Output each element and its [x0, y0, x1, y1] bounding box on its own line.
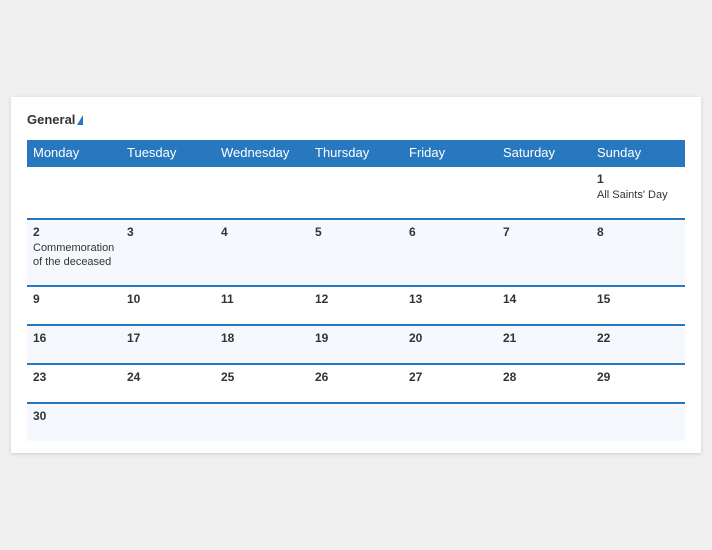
calendar-cell: 6 — [403, 219, 497, 287]
calendar-cell — [497, 403, 591, 441]
calendar-cell — [403, 403, 497, 441]
calendar-cell: 27 — [403, 364, 497, 403]
calendar-cell — [497, 166, 591, 219]
day-number: 16 — [33, 331, 115, 345]
day-number: 4 — [221, 225, 303, 239]
calendar-cell: 13 — [403, 286, 497, 325]
day-number: 17 — [127, 331, 209, 345]
day-number: 8 — [597, 225, 679, 239]
day-header-friday: Friday — [403, 140, 497, 166]
event-label: Commemoration of the deceased — [33, 241, 115, 270]
day-number: 15 — [597, 292, 679, 306]
logo: General — [27, 113, 83, 126]
day-number: 14 — [503, 292, 585, 306]
day-number: 28 — [503, 370, 585, 384]
day-number: 30 — [33, 409, 115, 423]
week-row-5: 23 24 25 26 27 28 29 — [27, 364, 685, 403]
day-number: 9 — [33, 292, 115, 306]
day-number: 7 — [503, 225, 585, 239]
week-row-3: 9 10 11 12 13 14 15 — [27, 286, 685, 325]
day-number: 12 — [315, 292, 397, 306]
calendar-cell: 2 Commemoration of the deceased — [27, 219, 121, 287]
calendar-cell: 28 — [497, 364, 591, 403]
calendar-cell: 9 — [27, 286, 121, 325]
days-header-row: MondayTuesdayWednesdayThursdayFridaySatu… — [27, 140, 685, 166]
calendar-cell: 30 — [27, 403, 121, 441]
logo-triangle-icon — [77, 115, 83, 125]
day-number: 20 — [409, 331, 491, 345]
day-header-sunday: Sunday — [591, 140, 685, 166]
day-header-saturday: Saturday — [497, 140, 591, 166]
calendar-cell: 14 — [497, 286, 591, 325]
calendar-cell: 21 — [497, 325, 591, 364]
calendar-cell: 4 — [215, 219, 309, 287]
day-number: 6 — [409, 225, 491, 239]
day-number: 3 — [127, 225, 209, 239]
calendar-cell: 15 — [591, 286, 685, 325]
calendar-cell: 29 — [591, 364, 685, 403]
day-number: 19 — [315, 331, 397, 345]
day-number: 11 — [221, 292, 303, 306]
calendar-cell — [403, 166, 497, 219]
calendar-cell: 23 — [27, 364, 121, 403]
day-header-monday: Monday — [27, 140, 121, 166]
calendar-cell: 8 — [591, 219, 685, 287]
calendar-cell: 5 — [309, 219, 403, 287]
calendar-container: General MondayTuesdayWednesdayThursdayFr… — [11, 97, 701, 454]
day-number: 23 — [33, 370, 115, 384]
day-number: 22 — [597, 331, 679, 345]
calendar-cell: 12 — [309, 286, 403, 325]
calendar-cell: 18 — [215, 325, 309, 364]
calendar-table: MondayTuesdayWednesdayThursdayFridaySatu… — [27, 140, 685, 442]
calendar-cell: 7 — [497, 219, 591, 287]
day-number: 18 — [221, 331, 303, 345]
week-row-4: 16 17 18 19 20 21 22 — [27, 325, 685, 364]
day-header-thursday: Thursday — [309, 140, 403, 166]
day-number: 29 — [597, 370, 679, 384]
calendar-header: General — [27, 113, 685, 126]
day-header-wednesday: Wednesday — [215, 140, 309, 166]
day-number: 26 — [315, 370, 397, 384]
calendar-cell: 22 — [591, 325, 685, 364]
calendar-cell: 11 — [215, 286, 309, 325]
calendar-cell — [27, 166, 121, 219]
calendar-cell: 10 — [121, 286, 215, 325]
week-row-1: 1 All Saints' Day — [27, 166, 685, 219]
day-number: 5 — [315, 225, 397, 239]
day-number: 10 — [127, 292, 209, 306]
event-label: All Saints' Day — [597, 188, 679, 202]
calendar-cell: 24 — [121, 364, 215, 403]
day-number: 13 — [409, 292, 491, 306]
day-number: 25 — [221, 370, 303, 384]
calendar-cell: 16 — [27, 325, 121, 364]
calendar-cell: 19 — [309, 325, 403, 364]
day-number: 27 — [409, 370, 491, 384]
calendar-cell: 25 — [215, 364, 309, 403]
day-number: 2 — [33, 225, 115, 239]
day-number: 1 — [597, 172, 679, 186]
calendar-cell — [309, 166, 403, 219]
calendar-cell: 1 All Saints' Day — [591, 166, 685, 219]
calendar-cell — [215, 403, 309, 441]
calendar-cell — [121, 166, 215, 219]
calendar-cell: 20 — [403, 325, 497, 364]
week-row-2: 2 Commemoration of the deceased 345678 — [27, 219, 685, 287]
calendar-cell: 26 — [309, 364, 403, 403]
calendar-cell — [121, 403, 215, 441]
calendar-cell — [215, 166, 309, 219]
day-number: 24 — [127, 370, 209, 384]
calendar-cell — [591, 403, 685, 441]
day-number: 21 — [503, 331, 585, 345]
calendar-cell: 3 — [121, 219, 215, 287]
day-header-tuesday: Tuesday — [121, 140, 215, 166]
week-row-6: 30 — [27, 403, 685, 441]
calendar-cell — [309, 403, 403, 441]
calendar-cell: 17 — [121, 325, 215, 364]
logo-general-text: General — [27, 113, 83, 126]
